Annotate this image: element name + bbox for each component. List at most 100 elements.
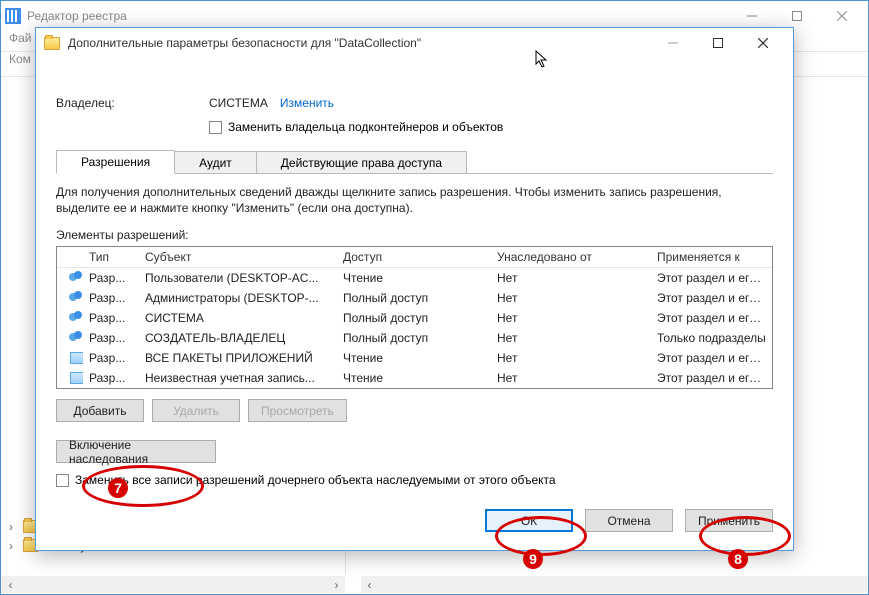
cancel-button[interactable]: Отмена <box>585 509 673 532</box>
table-row[interactable]: Разр...СИСТЕМАПолный доступНетЭтот разде… <box>57 308 772 328</box>
row-icon-cell <box>57 330 83 346</box>
row-icon-cell <box>57 310 83 326</box>
button-label: Удалить <box>173 404 219 418</box>
cell-applied: Этот раздел и его подразделы <box>651 271 772 285</box>
col-icon <box>57 247 83 267</box>
cell-inherited: Нет <box>491 311 651 325</box>
button-label: Включение наследования <box>69 438 203 466</box>
cell-inherited: Нет <box>491 371 651 385</box>
cell-applied: Этот раздел и его подразделы <box>651 351 772 365</box>
tab-effective-access[interactable]: Действующие права доступа <box>256 151 467 173</box>
row-icon-cell <box>57 350 83 366</box>
dialog-footer: ОК Отмена Применить <box>485 509 773 532</box>
dialog-window-controls <box>650 29 785 57</box>
chevron-right-icon[interactable]: › <box>9 539 21 553</box>
button-label: Применить <box>698 514 760 528</box>
cell-type: Разр... <box>83 371 139 385</box>
regedit-icon <box>5 8 21 24</box>
table-row[interactable]: Разр...Пользователи (DESKTOP-AC...Чтение… <box>57 268 772 288</box>
table-row[interactable]: Разр...СОЗДАТЕЛЬ-ВЛАДЕЛЕЦПолный доступНе… <box>57 328 772 348</box>
table-row[interactable]: Разр...Неизвестная учетная запись...Чтен… <box>57 368 772 388</box>
cell-subject: Администраторы (DESKTOP-... <box>139 291 337 305</box>
replace-owner-checkbox[interactable] <box>209 121 222 134</box>
cell-type: Разр... <box>83 311 139 325</box>
owner-row: Владелец: СИСТЕМА Изменить <box>56 92 773 114</box>
principal-icon <box>69 330 83 346</box>
principal-icon <box>69 310 83 326</box>
ok-button[interactable]: ОК <box>485 509 573 532</box>
table-row[interactable]: Разр...ВСЕ ПАКЕТЫ ПРИЛОЖЕНИЙЧтениеНетЭто… <box>57 348 772 368</box>
permissions-header[interactable]: Тип Субъект Доступ Унаследовано от Приме… <box>57 247 772 268</box>
remove-button[interactable]: Удалить <box>152 399 240 422</box>
replace-child-label: Заменить все записи разрешений дочернего… <box>75 473 556 487</box>
cell-access: Полный доступ <box>337 311 491 325</box>
tab-label: Аудит <box>199 156 232 170</box>
folder-icon <box>44 37 60 50</box>
cell-access: Чтение <box>337 371 491 385</box>
cell-type: Разр... <box>83 291 139 305</box>
list-hscrollbar[interactable]: ‹ <box>361 576 850 593</box>
maximize-button[interactable] <box>695 29 740 57</box>
cell-access: Полный доступ <box>337 291 491 305</box>
owner-change-link[interactable]: Изменить <box>280 96 334 110</box>
apply-button[interactable]: Применить <box>685 509 773 532</box>
address-label: Ком <box>9 52 31 66</box>
col-type[interactable]: Тип <box>83 247 139 267</box>
list-label: Элементы разрешений: <box>56 228 773 242</box>
cell-inherited: Нет <box>491 271 651 285</box>
permission-buttons: Добавить Удалить Просмотреть <box>56 399 773 422</box>
tab-label: Разрешения <box>81 155 150 169</box>
menu-file[interactable]: Фай <box>9 31 32 45</box>
col-subject[interactable]: Субъект <box>139 247 337 267</box>
col-access[interactable]: Доступ <box>337 247 491 267</box>
cell-type: Разр... <box>83 351 139 365</box>
tab-audit[interactable]: Аудит <box>174 151 257 173</box>
row-icon-cell <box>57 270 83 286</box>
replace-child-checkbox[interactable] <box>56 474 69 487</box>
cell-subject: СИСТЕМА <box>139 311 337 325</box>
owner-value: СИСТЕМА <box>209 96 268 110</box>
principal-icon <box>69 370 83 386</box>
scroll-left-icon[interactable]: ‹ <box>361 576 378 593</box>
cell-inherited: Нет <box>491 351 651 365</box>
tab-permissions[interactable]: Разрешения <box>56 150 175 174</box>
cell-applied: Этот раздел и его подразделы <box>651 311 772 325</box>
tabs: Разрешения Аудит Действующие права досту… <box>56 150 773 174</box>
replace-owner-label: Заменить владельца подконтейнеров и объе… <box>228 120 503 134</box>
maximize-button[interactable] <box>774 2 819 30</box>
chevron-right-icon[interactable]: › <box>9 520 21 534</box>
dialog-titlebar[interactable]: Дополнительные параметры безопасности дл… <box>36 28 793 58</box>
cell-subject: Неизвестная учетная запись... <box>139 371 337 385</box>
table-row[interactable]: Разр...Администраторы (DESKTOP-...Полный… <box>57 288 772 308</box>
principal-icon <box>69 270 83 286</box>
cell-access: Полный доступ <box>337 331 491 345</box>
row-icon-cell <box>57 290 83 306</box>
row-icon-cell <box>57 370 83 386</box>
minimize-button[interactable] <box>729 2 774 30</box>
scroll-left-icon[interactable]: ‹ <box>2 576 19 593</box>
cell-subject: Пользователи (DESKTOP-AC... <box>139 271 337 285</box>
button-label: Просмотреть <box>261 404 334 418</box>
cell-access: Чтение <box>337 271 491 285</box>
close-button[interactable] <box>819 2 864 30</box>
tree-hscrollbar[interactable]: ‹ › <box>2 576 345 593</box>
enable-inheritance-button[interactable]: Включение наследования <box>56 440 216 463</box>
cell-subject: СОЗДАТЕЛЬ-ВЛАДЕЛЕЦ <box>139 331 337 345</box>
col-inherited[interactable]: Унаследовано от <box>491 247 651 267</box>
regedit-title: Редактор реестра <box>27 9 729 23</box>
scroll-corner <box>850 576 867 593</box>
button-label: ОК <box>521 514 537 528</box>
minimize-button[interactable] <box>650 29 695 57</box>
principal-icon <box>69 350 83 366</box>
permissions-table[interactable]: Тип Субъект Доступ Унаследовано от Приме… <box>56 246 773 389</box>
view-button[interactable]: Просмотреть <box>248 399 347 422</box>
scroll-right-icon[interactable]: › <box>328 576 345 593</box>
info-text: Для получения дополнительных сведений дв… <box>56 184 773 216</box>
advanced-security-dialog: Дополнительные параметры безопасности дл… <box>35 27 794 551</box>
close-button[interactable] <box>740 29 785 57</box>
cell-inherited: Нет <box>491 291 651 305</box>
col-applied[interactable]: Применяется к <box>651 247 772 267</box>
tab-label: Действующие права доступа <box>281 156 442 170</box>
principal-icon <box>69 290 83 306</box>
add-button[interactable]: Добавить <box>56 399 144 422</box>
